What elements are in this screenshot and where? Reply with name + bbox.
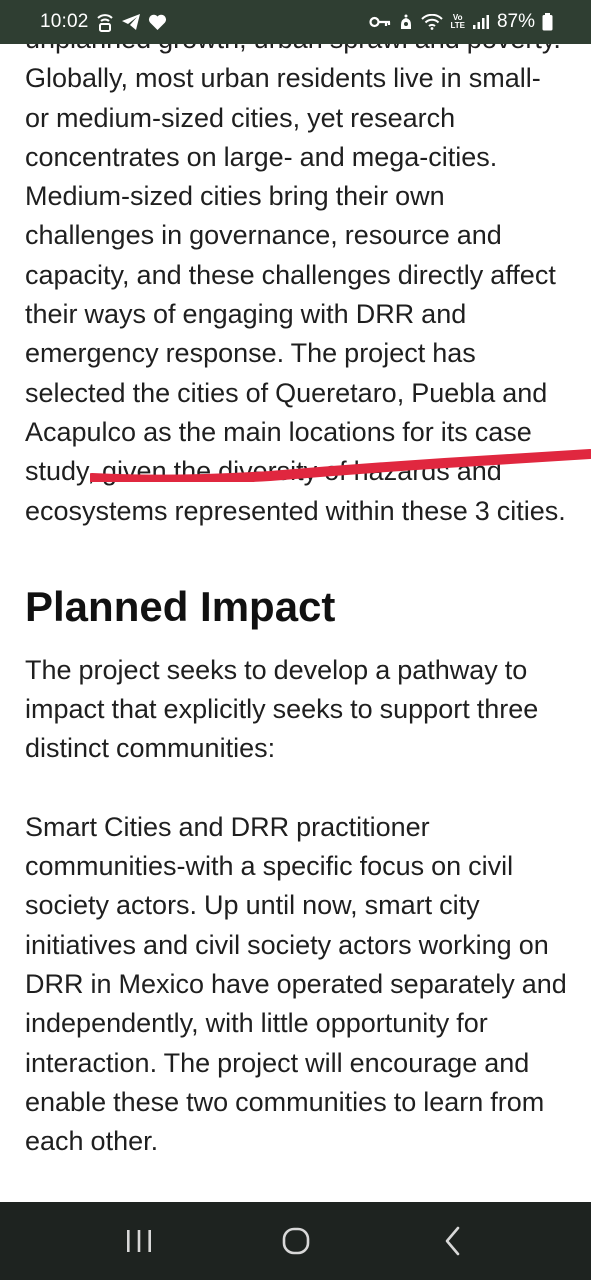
home-button[interactable] — [266, 1211, 326, 1271]
key-icon — [369, 15, 391, 29]
article-paragraph-pathway: The project seeks to develop a pathway t… — [25, 654, 539, 764]
lte-label: LTE — [450, 21, 465, 30]
back-button[interactable] — [423, 1211, 483, 1271]
battery-icon — [542, 13, 553, 31]
article: unplanned growth, urban sprawl and pover… — [25, 44, 570, 1161]
status-bar: 10:02 Vo LTE 87% — [0, 0, 591, 44]
home-icon — [282, 1227, 309, 1255]
clock: 10:02 — [40, 11, 89, 32]
heart-icon — [148, 14, 167, 31]
signal-icon — [472, 14, 490, 30]
status-bar-right: Vo LTE 87% — [369, 11, 553, 33]
section-heading: Planned Impact — [25, 582, 336, 630]
telegram-icon — [121, 13, 141, 31]
navigation-bar — [0, 1202, 591, 1280]
network-type-label: Vo LTE — [450, 14, 465, 30]
wifi-icon — [421, 14, 444, 30]
battery-percent: 87% — [496, 11, 535, 32]
article-paragraph-intro: unplanned growth, urban sprawl and pover… — [25, 44, 566, 526]
alarm-icon — [398, 13, 414, 31]
recent-apps-button[interactable] — [109, 1211, 169, 1271]
cast-icon — [96, 12, 114, 32]
recent-apps-icon — [126, 1230, 151, 1252]
article-paragraph-communities: Smart Cities and DRR practitioner commun… — [25, 811, 567, 1157]
status-bar-left: 10:02 — [40, 11, 167, 33]
article-viewport[interactable]: unplanned growth, urban sprawl and pover… — [0, 44, 591, 1202]
back-icon — [445, 1226, 459, 1256]
